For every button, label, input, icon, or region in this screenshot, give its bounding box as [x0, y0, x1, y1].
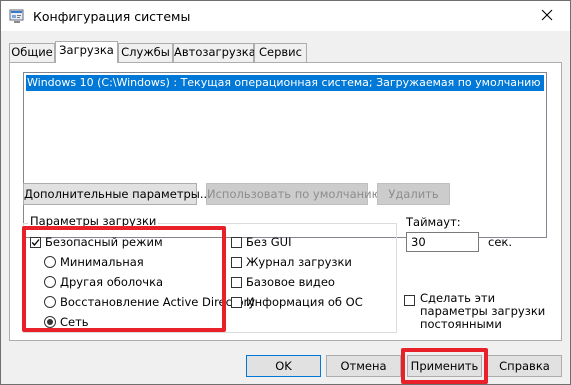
system-config-icon	[9, 8, 25, 24]
title-bar: Конфигурация системы	[1, 1, 570, 31]
timeout-label: Таймаут:	[406, 215, 461, 229]
tab-startup[interactable]: Автозагрузка	[173, 43, 256, 62]
checkbox-box	[231, 256, 242, 268]
checkbox-box	[231, 236, 242, 248]
window-title: Конфигурация системы	[33, 9, 191, 24]
tab-general[interactable]: Общие	[9, 43, 55, 62]
close-icon	[541, 9, 553, 24]
tab-boot[interactable]: Загрузка	[55, 41, 118, 63]
checkbox-label: Информация об ОС	[246, 295, 363, 309]
checkbox-label: Без GUI	[246, 235, 292, 249]
os-boot-info-checkbox[interactable]: Информация об ОС	[231, 295, 363, 309]
checkbox-label: Журнал загрузки	[246, 255, 352, 269]
boot-tab-panel: Windows 10 (C:\Windows) : Текущая операц…	[9, 62, 562, 341]
no-gui-checkbox[interactable]: Без GUI	[231, 235, 291, 249]
highlight-frame-boot-mode	[22, 226, 226, 332]
tab-tools[interactable]: Сервис	[254, 43, 307, 62]
set-as-default-button[interactable]: Использовать по умолчанию	[206, 183, 381, 205]
base-video-checkbox[interactable]: Базовое видео	[231, 275, 335, 289]
boot-log-checkbox[interactable]: Журнал загрузки	[231, 255, 352, 269]
timeout-unit: сек.	[488, 235, 512, 249]
cancel-button[interactable]: Отмена	[326, 355, 401, 377]
delete-button[interactable]: Удалить	[377, 183, 450, 205]
timeout-input[interactable]: 30	[406, 232, 479, 252]
advanced-options-button[interactable]: Дополнительные параметры...	[23, 183, 211, 205]
checkbox-label: Базовое видео	[246, 275, 335, 289]
ok-button[interactable]: OK	[246, 355, 321, 377]
checkbox-box	[404, 295, 415, 306]
tab-services[interactable]: Службы	[118, 43, 173, 62]
os-list-item[interactable]: Windows 10 (C:\Windows) : Текущая операц…	[26, 75, 544, 91]
system-configuration-window: Конфигурация системы Общие Загрузка Служ…	[0, 0, 571, 385]
close-button[interactable]	[524, 1, 570, 31]
highlight-frame-apply	[401, 348, 488, 384]
checkbox-box	[231, 296, 242, 308]
checkbox-box	[231, 276, 242, 288]
help-button[interactable]: Справка	[487, 355, 562, 377]
make-permanent-label: Сделать эти параметры загрузки постоянны…	[420, 291, 546, 331]
